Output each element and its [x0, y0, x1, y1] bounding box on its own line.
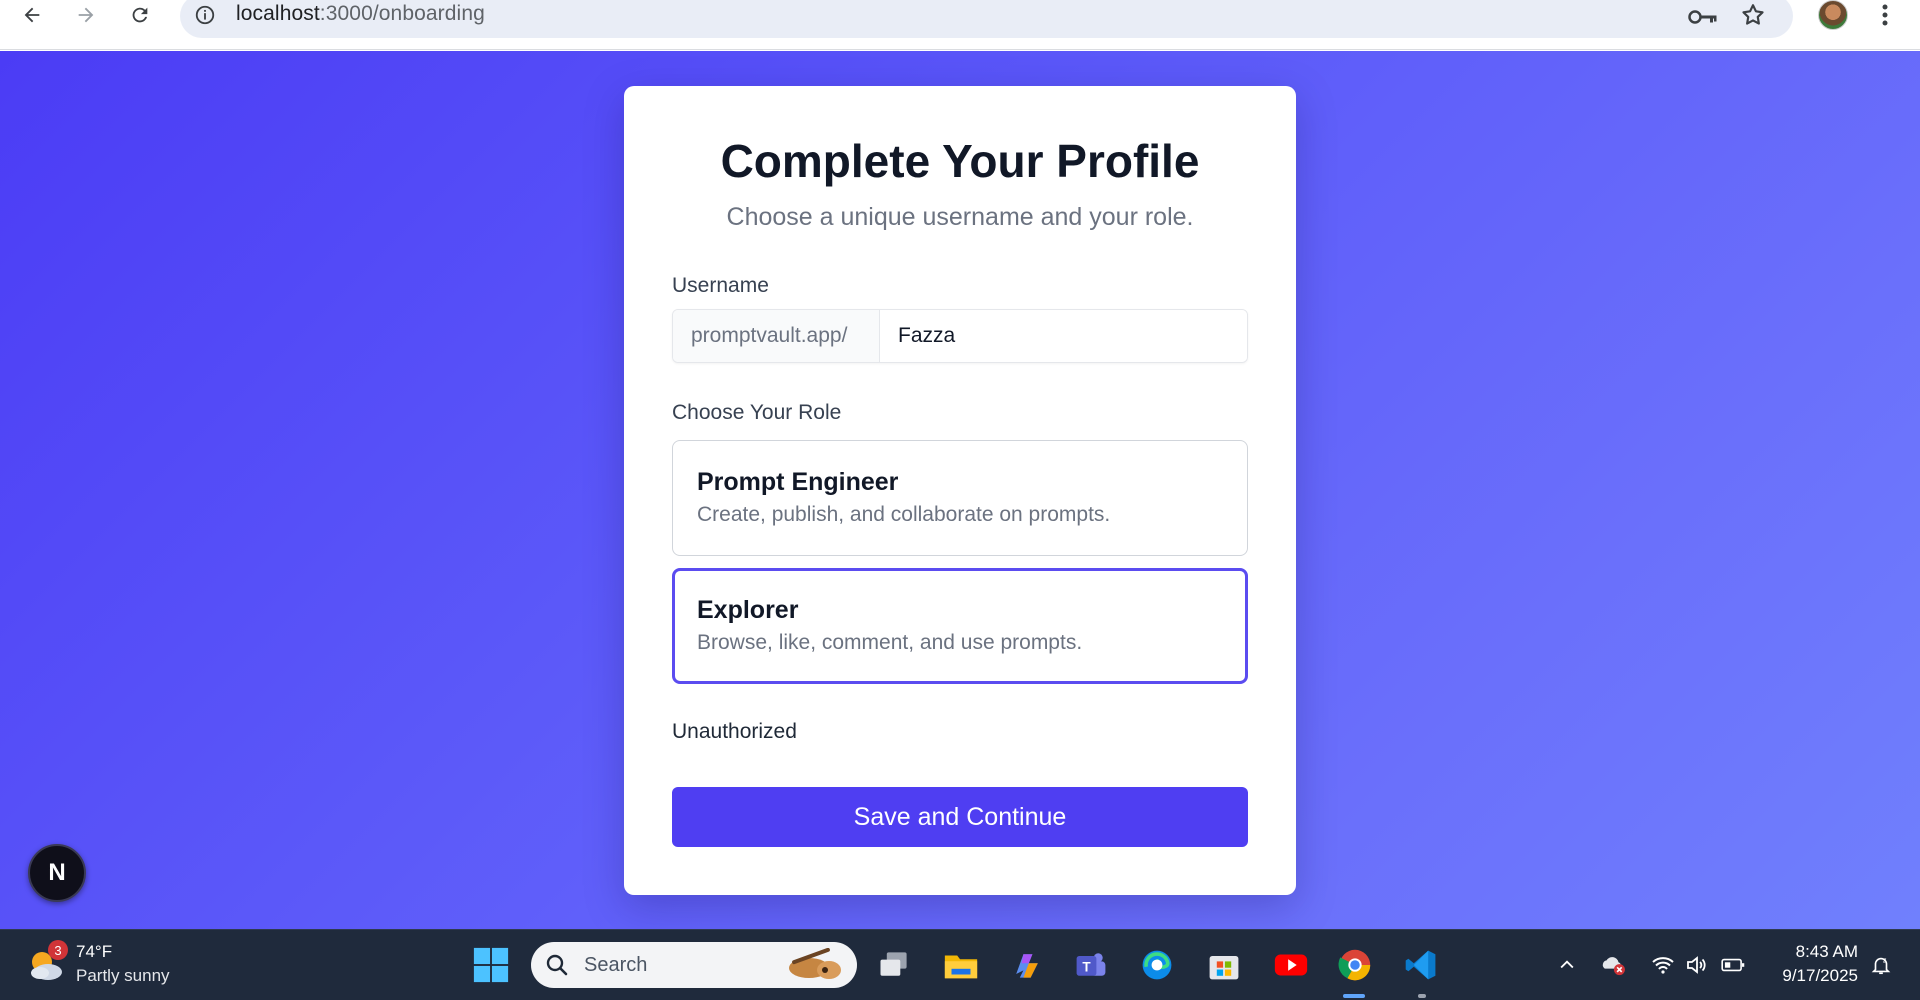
teams-icon[interactable]: T — [1070, 944, 1112, 986]
svg-text:z: z — [1883, 955, 1887, 964]
edge-icon[interactable] — [1136, 944, 1178, 986]
reload-icon[interactable] — [120, 0, 160, 30]
url-text: localhost:3000/onboarding — [236, 2, 485, 26]
nextjs-dev-badge[interactable]: N — [28, 844, 86, 902]
task-view-icon[interactable] — [873, 944, 915, 986]
vscode-running-indicator — [1418, 994, 1426, 998]
bookmark-star-icon[interactable] — [1740, 2, 1766, 28]
role-option-prompt-engineer[interactable]: Prompt Engineer Create, publish, and col… — [672, 440, 1248, 556]
windows-taskbar: 3 74°F Partly sunny Search T 8:43 AM 9/1… — [0, 929, 1920, 1000]
browser-toolbar: localhost:3000/onboarding — [0, 0, 1920, 50]
search-icon — [546, 954, 568, 976]
clock-time: 8:43 AM — [1795, 942, 1858, 961]
weather-alert-badge: 3 — [48, 940, 68, 960]
url-path: :3000/onboarding — [319, 2, 485, 25]
onedrive-error-icon[interactable] — [1596, 948, 1630, 982]
start-icon[interactable] — [470, 944, 512, 986]
wifi-icon[interactable] — [1646, 948, 1680, 982]
chrome-icon[interactable] — [1334, 944, 1376, 986]
role-option-title: Prompt Engineer — [697, 468, 899, 496]
role-option-explorer[interactable]: Explorer Browse, like, comment, and use … — [672, 568, 1248, 684]
weather-widget[interactable]: 3 74°F Partly sunny — [26, 940, 186, 990]
role-option-description: Create, publish, and collaborate on prom… — [697, 503, 1111, 526]
more-menu-icon[interactable] — [1870, 2, 1900, 30]
battery-icon[interactable] — [1716, 948, 1750, 982]
username-prefix: promptvault.app/ — [673, 310, 880, 362]
forward-icon[interactable] — [66, 0, 106, 30]
notification-bell-icon[interactable]: z — [1864, 948, 1898, 982]
role-option-description: Browse, like, comment, and use prompts. — [697, 631, 1083, 654]
system-clock[interactable]: 8:43 AM 9/17/2025 — [1762, 940, 1858, 988]
page-title: Complete Your Profile — [720, 135, 1200, 187]
profile-card: Complete Your Profile Choose a unique us… — [624, 86, 1296, 895]
vscode-icon[interactable] — [1400, 944, 1442, 986]
username-input[interactable] — [880, 310, 1247, 362]
role-option-title: Explorer — [697, 596, 799, 624]
onboarding-page: Complete Your Profile Choose a unique us… — [0, 51, 1920, 929]
role-label: Choose Your Role — [672, 401, 842, 424]
status-message: Unauthorized — [672, 720, 797, 743]
weather-temperature: 74°F — [76, 942, 113, 961]
site-info-icon[interactable] — [194, 4, 216, 26]
youtube-icon[interactable] — [1270, 944, 1312, 986]
address-bar[interactable]: localhost:3000/onboarding — [180, 0, 1793, 38]
search-placeholder: Search — [584, 954, 648, 976]
copilot-icon[interactable] — [1006, 944, 1048, 986]
password-key-icon[interactable] — [1688, 6, 1718, 28]
clock-date: 9/17/2025 — [1782, 966, 1858, 985]
chrome-active-indicator — [1343, 994, 1365, 998]
file-explorer-icon[interactable] — [940, 944, 982, 986]
username-label: Username — [672, 274, 769, 297]
search-highlight-icon — [789, 948, 841, 979]
microsoft-store-icon[interactable] — [1203, 944, 1245, 986]
weather-description: Partly sunny — [76, 966, 170, 985]
svg-text:T: T — [1082, 959, 1091, 974]
username-field-group: promptvault.app/ — [672, 309, 1248, 363]
profile-avatar[interactable] — [1818, 0, 1848, 30]
tray-overflow-chevron-icon[interactable] — [1550, 948, 1584, 982]
back-icon[interactable] — [12, 0, 52, 30]
url-host: localhost — [236, 2, 320, 25]
taskbar-search[interactable]: Search — [531, 942, 857, 988]
volume-icon[interactable] — [1680, 948, 1714, 982]
save-and-continue-button[interactable]: Save and Continue — [672, 787, 1248, 847]
page-subtitle: Choose a unique username and your role. — [726, 203, 1194, 231]
